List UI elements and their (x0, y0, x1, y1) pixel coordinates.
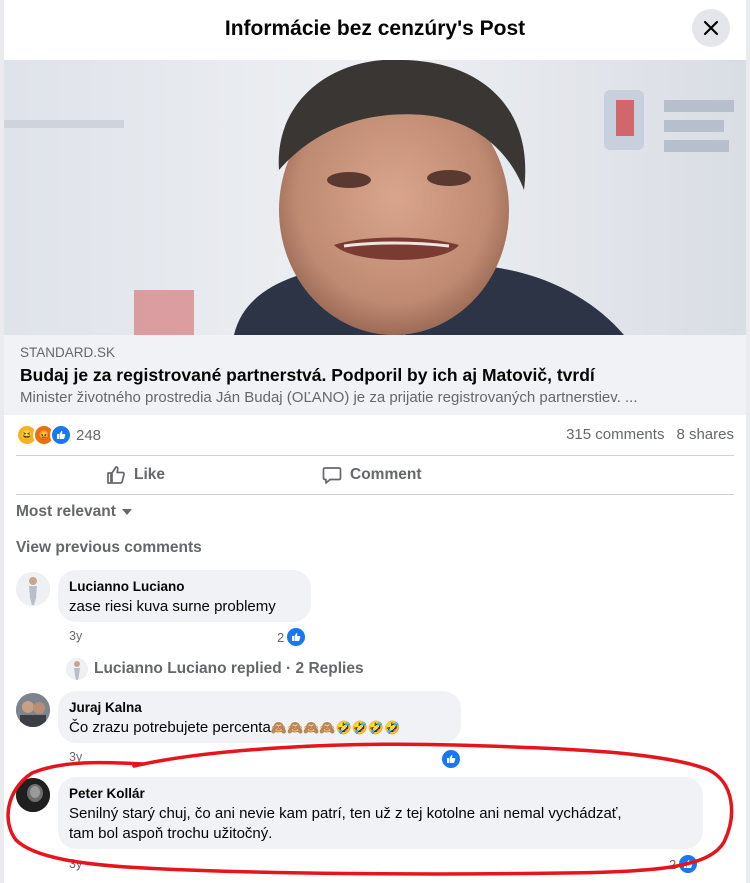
sort-dropdown[interactable]: Most relevant (16, 503, 132, 521)
comment-icon (322, 467, 342, 484)
comment-time[interactable]: 3y (69, 629, 82, 643)
comment-bubble: Juraj Kalna Čo zrazu potrebujete percent… (58, 691, 461, 743)
comment-bubble: Lucianno Luciano zase riesi kuva surne p… (58, 570, 311, 622)
comment-text: zase riesi kuva surne problemy (69, 598, 276, 615)
comment-time[interactable]: 3y (69, 750, 82, 764)
comment-bubble: Peter Kollár Senilný starý chuj, čo ani … (58, 777, 703, 849)
link-description: Minister životného prostredia Ján Budaj … (20, 389, 638, 406)
avatar[interactable] (16, 693, 50, 727)
link-domain: STANDARD.SK (20, 345, 116, 360)
comment-emojis: 🙈🙈🙈🙈🤣🤣🤣🤣 (270, 720, 401, 735)
avatar (66, 658, 88, 680)
comment-likes[interactable]: 2 (277, 626, 308, 648)
reaction-summary[interactable]: 😆 😡 248 (16, 424, 101, 446)
comment-text-main: Čo zrazu potrebujete percenta (69, 719, 271, 736)
comment-likes[interactable] (440, 748, 462, 770)
shares-count[interactable]: 8 shares (676, 426, 734, 443)
comment-button[interactable]: Comment (322, 461, 421, 489)
avatar[interactable] (16, 572, 50, 606)
comment-likes[interactable]: 2 (669, 853, 700, 875)
dialog-title: Informácie bez cenzúry's Post (224, 17, 526, 40)
comments-count[interactable]: 315 comments (566, 426, 664, 443)
comment-author[interactable]: Peter Kollár (69, 786, 622, 801)
comment-like-count: 2 (669, 856, 677, 872)
comment-text: Senilný starý chuj, čo ani nevie kam pat… (69, 804, 622, 844)
like-button[interactable]: Like (106, 461, 165, 489)
reaction-count: 248 (76, 426, 102, 444)
view-replies-link[interactable]: Lucianno Luciano replied · 2 Replies (66, 658, 364, 680)
like-icon (677, 853, 700, 875)
avatar[interactable] (16, 778, 50, 812)
divider (16, 494, 734, 495)
comment-text: Čo zrazu potrebujete percenta🙈🙈🙈🙈🤣🤣🤣🤣 (69, 718, 400, 738)
comment-author[interactable]: Lucianno Luciano (69, 579, 276, 594)
comment-text-line: tam bol aspoň trochu užitočný. (69, 825, 273, 842)
thumbs-up-icon (107, 466, 125, 484)
post-dialog: Informácie bez cenzúry's Post STANDARD.S… (4, 0, 746, 883)
dialog-header: Informácie bez cenzúry's Post (4, 0, 746, 58)
like-reaction-icon (50, 424, 72, 446)
close-button[interactable] (692, 9, 730, 47)
comment-button-label: Comment (350, 466, 422, 483)
comment-text-line: Senilný starý chuj, čo ani nevie kam pat… (69, 805, 622, 822)
caret-down-icon (121, 509, 132, 515)
replies-label: Lucianno Luciano replied · 2 Replies (94, 660, 364, 677)
close-icon (703, 20, 719, 36)
divider (16, 455, 734, 456)
view-previous-comments-link[interactable]: View previous comments (16, 539, 202, 557)
comment-author[interactable]: Juraj Kalna (69, 700, 400, 715)
comment-time[interactable]: 3y (69, 857, 82, 871)
like-icon (285, 626, 308, 648)
sort-label: Most relevant (16, 503, 116, 520)
link-title[interactable]: Budaj je za registrované partnerstvá. Po… (20, 365, 595, 386)
link-preview-image[interactable] (4, 60, 746, 335)
like-icon (440, 748, 462, 770)
like-button-label: Like (134, 466, 166, 483)
comment-like-count: 2 (277, 629, 285, 645)
link-preview[interactable]: STANDARD.SK Budaj je za registrované par… (4, 335, 746, 415)
